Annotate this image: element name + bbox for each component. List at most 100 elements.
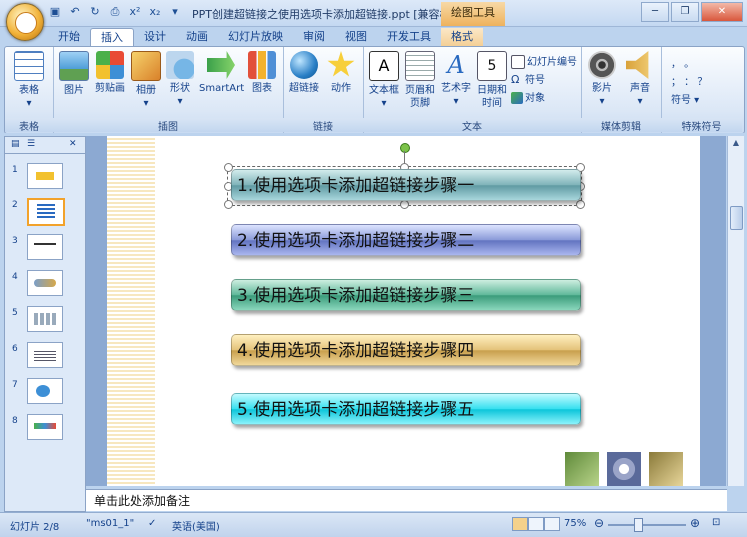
- slideshow-view-button[interactable]: [544, 517, 560, 531]
- tab-home[interactable]: 开始: [48, 28, 90, 46]
- slide-number-button[interactable]: 幻灯片编号: [511, 53, 577, 69]
- spellcheck-icon[interactable]: ✓: [148, 518, 156, 529]
- notes-pane[interactable]: 单击此处添加备注: [86, 489, 727, 511]
- zoom-out-icon[interactable]: ⊖: [594, 516, 604, 530]
- print-preview-icon[interactable]: ⎙: [108, 5, 122, 19]
- slide-thumbnail-7[interactable]: [27, 378, 63, 404]
- zoom-in-icon[interactable]: ⊕: [690, 516, 700, 530]
- office-button[interactable]: [6, 3, 44, 41]
- group-text: A 文本框 ▾ 页眉和 页脚 A 艺术字 ▾ 5 日期和 时间 幻灯片编号 Ω 符号 对象…: [363, 47, 582, 133]
- redo-icon[interactable]: ↻: [88, 5, 102, 19]
- decorative-stripe: [107, 136, 155, 486]
- slide-number: 1: [12, 165, 18, 175]
- shapes-button[interactable]: 形状 ▾: [165, 51, 195, 108]
- sound-button[interactable]: 声音 ▾: [623, 51, 657, 108]
- header-footer-button[interactable]: 页眉和 页脚: [403, 51, 437, 110]
- album-button[interactable]: 相册 ▾: [131, 51, 161, 110]
- rotate-handle[interactable]: [400, 143, 410, 153]
- superscript-icon[interactable]: x²: [128, 5, 142, 19]
- group-label: 链接: [283, 118, 363, 133]
- zoom-slider-track[interactable]: [608, 524, 686, 526]
- step-button-3[interactable]: 3.使用选项卡添加超链接步骤三: [231, 279, 581, 311]
- slides-tab-icon[interactable]: ▤: [11, 139, 20, 149]
- normal-view-button[interactable]: [512, 517, 528, 531]
- slide-thumbnail-1[interactable]: [27, 163, 63, 189]
- picture-icon: [59, 51, 89, 81]
- slide-sorter-button[interactable]: [528, 517, 544, 531]
- tab-insert[interactable]: 插入: [90, 28, 134, 48]
- table-icon: [14, 51, 44, 81]
- slide-thumbnail-6[interactable]: [27, 342, 63, 368]
- slide-canvas: 1.使用选项卡添加超链接步骤一 2.使用选项卡添加超链接步骤二 3.使用选项卡添…: [107, 136, 700, 486]
- group-special-symbols: ， 。 ； ： ？ 符号 ▾ 特殊符号: [661, 47, 742, 133]
- step-button-2[interactable]: 2.使用选项卡添加超链接步骤二: [231, 224, 581, 256]
- date-time-button[interactable]: 5 日期和 时间: [475, 51, 509, 110]
- movie-button[interactable]: 影片 ▾: [585, 51, 619, 108]
- group-label: 表格: [5, 118, 53, 133]
- group-label: 特殊符号: [661, 118, 742, 133]
- scroll-up-icon[interactable]: ▲: [728, 136, 744, 150]
- resize-handle[interactable]: [224, 200, 233, 209]
- slide-thumbnail-5[interactable]: [27, 306, 63, 332]
- scroll-thumb[interactable]: [730, 206, 743, 230]
- group-illustrations: 图片 剪贴画 相册 ▾ 形状 ▾ SmartArt 图表 插图: [53, 47, 284, 133]
- slide-thumbnail-3[interactable]: [27, 234, 63, 260]
- tab-animation[interactable]: 动画: [176, 28, 218, 46]
- slide-number: 4: [12, 272, 18, 282]
- resize-handle[interactable]: [400, 200, 409, 209]
- close-button[interactable]: ✕: [701, 2, 743, 22]
- tab-view[interactable]: 视图: [335, 28, 377, 46]
- symbol-semicolon-colon-question[interactable]: ； ： ？: [671, 73, 707, 88]
- group-links: 超链接 动作 链接: [283, 47, 364, 133]
- tab-slideshow[interactable]: 幻灯片放映: [218, 28, 293, 46]
- smartart-button[interactable]: SmartArt: [199, 51, 244, 95]
- fit-to-window-icon[interactable]: ⊡: [712, 517, 720, 528]
- tab-developer[interactable]: 开发工具: [377, 28, 441, 46]
- subscript-icon[interactable]: x₂: [148, 5, 162, 19]
- minimize-button[interactable]: ─: [641, 2, 669, 22]
- slide-thumbnail-4[interactable]: [27, 270, 63, 296]
- picture-button[interactable]: 图片: [59, 51, 89, 97]
- undo-icon[interactable]: ↶: [68, 5, 82, 19]
- hyperlink-button[interactable]: 超链接: [287, 51, 321, 95]
- table-button[interactable]: 表格 ▾: [11, 51, 47, 110]
- clipart-button[interactable]: 剪贴画: [93, 51, 127, 95]
- resize-handle[interactable]: [576, 200, 585, 209]
- symbol-comma-period[interactable]: ， 。: [671, 55, 694, 70]
- tab-format[interactable]: 格式: [441, 28, 483, 46]
- tab-review[interactable]: 审阅: [293, 28, 335, 46]
- group-table: 表格 ▾ 表格: [5, 47, 54, 133]
- object-button[interactable]: 对象: [511, 89, 545, 104]
- chart-button[interactable]: 图表: [247, 51, 277, 95]
- action-button[interactable]: 动作: [325, 51, 357, 95]
- quick-access-toolbar: ▣ ↶ ↻ ⎙ x² x₂ ▾: [48, 5, 182, 19]
- object-icon: [511, 92, 523, 104]
- tab-design[interactable]: 设计: [134, 28, 176, 46]
- maximize-button[interactable]: ❐: [671, 2, 699, 22]
- theme-name: "ms01_1": [86, 518, 135, 529]
- step-button-5[interactable]: 5.使用选项卡添加超链接步骤五: [231, 393, 581, 425]
- symbol-button[interactable]: Ω 符号: [511, 71, 545, 87]
- panel-close-icon[interactable]: ✕: [69, 139, 77, 149]
- save-icon[interactable]: ▣: [48, 5, 62, 19]
- language-indicator[interactable]: 英语(美国): [172, 518, 220, 533]
- slide-number: 6: [12, 344, 18, 354]
- group-label: 插图: [53, 118, 283, 133]
- slide-thumbnail-2[interactable]: [27, 198, 65, 226]
- step-button-1[interactable]: 1.使用选项卡添加超链接步骤一: [231, 169, 581, 201]
- textbox-button[interactable]: A 文本框 ▾: [367, 51, 401, 110]
- ribbon: 表格▾ 表格 图片 剪贴画 相册▾ 形状▾ SmartArt 图表 插图: [4, 46, 745, 134]
- step-button-4[interactable]: 4.使用选项卡添加超链接步骤四: [231, 334, 581, 366]
- vertical-scrollbar[interactable]: ▲: [727, 136, 744, 486]
- zoom-slider-knob[interactable]: [634, 518, 643, 532]
- document-title: PPT创建超链接之使用选项卡添加超链接.ppt [兼容模...: [192, 8, 462, 21]
- title-bar: ▣ ↶ ↻ ⎙ x² x₂ ▾ PPT创建超链接之使用选项卡添加超链接.ppt …: [0, 0, 747, 27]
- decorative-picture: [649, 452, 683, 486]
- special-symbol-dropdown[interactable]: 符号 ▾: [671, 91, 699, 106]
- zoom-level[interactable]: 75%: [564, 518, 586, 529]
- slide-thumbnail-8[interactable]: [27, 414, 63, 440]
- outline-tab-icon[interactable]: ☰: [27, 139, 35, 149]
- wordart-button[interactable]: A 艺术字 ▾: [439, 51, 473, 108]
- customize-icon[interactable]: ▾: [168, 5, 182, 19]
- group-label: 媒体剪辑: [581, 118, 661, 133]
